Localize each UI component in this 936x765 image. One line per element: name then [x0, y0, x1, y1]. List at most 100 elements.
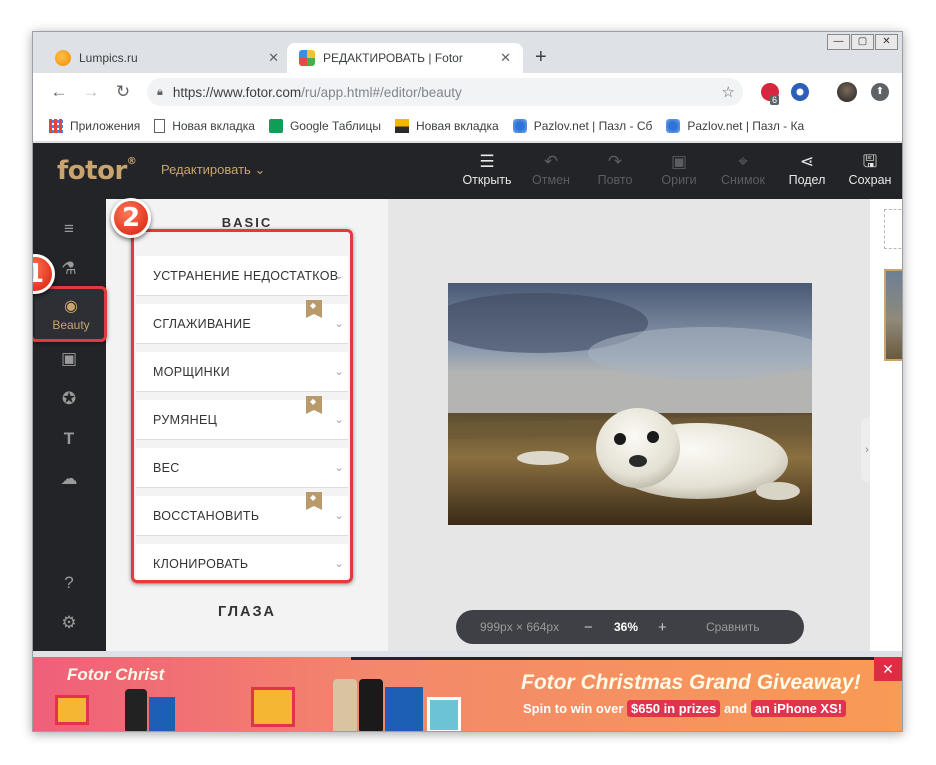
bookmark-pazlov-2[interactable]: Pazlov.net | Пазл - Ка [666, 119, 804, 133]
ad-amount: $650 in prizes [627, 700, 721, 717]
redo-icon: ↷ [607, 152, 623, 171]
panel-section-eyes[interactable]: ГЛАЗА [106, 604, 388, 620]
app-box-icon [149, 697, 175, 731]
profile-avatar[interactable] [837, 82, 857, 102]
zoom-out-button[interactable]: − [584, 619, 593, 636]
fotor-favicon-icon [299, 50, 315, 66]
chevron-down-icon: ⌄ [254, 162, 266, 177]
address-bar[interactable]: 🔒︎ https://www.fotor.com/ru/app.html#/ed… [147, 78, 743, 106]
image-icon [394, 119, 409, 133]
minimize-button[interactable]: — [827, 34, 850, 50]
ad-subtitle: Spin to win over $650 in prizes and an i… [523, 700, 847, 717]
compare-button[interactable]: Сравнить [706, 620, 759, 634]
ad-left-title: Fotor Christ [67, 665, 165, 684]
ad-prize: an iPhone XS! [750, 700, 847, 717]
ad-sub-and: and [723, 701, 748, 716]
puzzle-icon [512, 119, 527, 133]
extension-badge: 6 [770, 95, 780, 105]
help-icon[interactable]: ? [57, 571, 81, 595]
settings-gear-icon[interactable]: ⚙ [57, 611, 81, 635]
bookmark-sheets[interactable]: Google Таблицы [268, 119, 381, 133]
stickers-star-icon[interactable]: ✪ [57, 387, 81, 411]
new-tab-button[interactable]: + [535, 46, 547, 69]
tab-title: РЕДАКТИРОВАТЬ | Fotor [323, 51, 463, 65]
undo-button[interactable]: ↶ Отмен [519, 151, 583, 187]
bookmark-label: Pazlov.net | Пазл - Ка [687, 119, 805, 133]
globe-extension-icon[interactable] [791, 83, 809, 101]
page-icon [154, 119, 166, 133]
lock-icon: 🔒︎ [157, 85, 163, 98]
open-label: Открыть [462, 173, 512, 187]
reload-button[interactable]: ↻ [107, 82, 139, 102]
zoom-level: 36% [614, 620, 639, 634]
ad-top-edge [351, 657, 902, 660]
bookmark-new-tab-2[interactable]: Новая вкладка [394, 119, 499, 133]
redo-button[interactable]: ↷ Повто [583, 151, 647, 187]
seal-photo[interactable] [448, 283, 812, 525]
forward-button[interactable]: → [75, 82, 107, 102]
thumbnail-rail [870, 199, 902, 651]
open-button[interactable]: ☰ Открыть [455, 151, 519, 187]
save-icon: 🖫︎ [862, 152, 878, 171]
save-label: Сохран [848, 173, 892, 187]
effects-flask-icon[interactable]: ⚗︎ [57, 257, 81, 281]
apps-grid-icon [49, 119, 63, 133]
menu-icon: ☰ [479, 152, 495, 171]
back-button[interactable]: ← [43, 82, 75, 102]
sheets-icon [268, 119, 283, 133]
bookmarks-bar: Приложения Новая вкладка Google Таблицы … [33, 111, 902, 142]
picture-frame-icon [427, 697, 461, 731]
original-label: Ориги [661, 173, 697, 187]
ad-banner[interactable]: Fotor Christ Fotor Christmas Grand Givea… [33, 657, 902, 731]
save-button[interactable]: 🖫︎ Сохран [838, 151, 902, 187]
zoom-bar: 999px × 664px − 36% + Сравнить [456, 610, 804, 644]
bookmark-apps[interactable]: Приложения [49, 119, 140, 133]
tab-close-icon[interactable]: ✕ [268, 50, 279, 66]
tab-fotor[interactable]: РЕДАКТИРОВАТЬ | Fotor ✕ [287, 43, 523, 73]
chevron-right-icon: › [865, 444, 869, 456]
window-controls: — ▢ ✕ [826, 34, 898, 50]
image-dimensions: 999px × 664px [480, 620, 560, 634]
share-button[interactable]: ⋖ Подел [775, 151, 839, 187]
original-button[interactable]: ▣ Ориги [647, 151, 711, 187]
edit-mode-dropdown[interactable]: Редактировать ⌄ [161, 162, 265, 178]
ad-close-button[interactable]: ✕ [874, 657, 902, 681]
text-icon[interactable]: T [57, 427, 81, 451]
image-thumbnail[interactable] [884, 269, 902, 361]
adjust-sliders-icon[interactable]: ≡ [57, 217, 81, 241]
tab-lumpics[interactable]: Lumpics.ru ✕ [43, 43, 291, 73]
phone-icon [125, 689, 147, 731]
ad-sub-prefix: Spin to win over [523, 701, 624, 716]
update-icon[interactable]: ⬆ [871, 83, 889, 101]
frames-icon[interactable]: ▣ [57, 347, 81, 371]
bookmark-new-tab[interactable]: Новая вкладка [154, 119, 255, 133]
close-window-button[interactable]: ✕ [875, 34, 898, 50]
snapshot-button[interactable]: ⌖ Снимок [711, 151, 775, 187]
puzzle-icon [666, 119, 681, 133]
url-host: https://www.fotor.com [172, 84, 302, 100]
bookmark-pazlov-1[interactable]: Pazlov.net | Пазл - Сб [512, 119, 653, 133]
phone-icon [333, 679, 357, 731]
maximize-button[interactable]: ▢ [851, 34, 874, 50]
ad-title: Fotor Christmas Grand Giveaway! [521, 671, 861, 694]
tab-close-icon[interactable]: ✕ [500, 50, 511, 66]
cloud-upload-icon[interactable]: ☁ [57, 467, 81, 491]
bookmark-label: Новая вкладка [415, 119, 499, 133]
gift-box-icon [55, 695, 89, 725]
fotor-logo[interactable]: fotor® [57, 156, 137, 186]
bookmark-label: Приложения [70, 119, 141, 133]
registered-mark: ® [126, 156, 137, 167]
edit-mode-label: Редактировать [161, 162, 251, 177]
bookmark-label: Pazlov.net | Пазл - Сб [533, 119, 653, 133]
app-header: fotor® Редактировать ⌄ ☰ Открыть ↶ Отмен ↷… [33, 143, 902, 199]
zoom-in-button[interactable]: + [658, 619, 667, 636]
add-image-slot[interactable] [884, 209, 902, 249]
bookmark-label: Новая вкладка [172, 119, 255, 133]
browser-toolbar: ← → ↻ 🔒︎ https://www.fotor.com/ru/app.ht… [33, 73, 902, 111]
undo-icon: ↶ [543, 152, 559, 171]
original-icon: ▣ [670, 152, 688, 171]
bookmark-star-icon[interactable]: ☆ [722, 83, 735, 101]
tab-title: Lumpics.ru [79, 51, 138, 65]
undo-label: Отмен [532, 173, 570, 187]
browser-window: — ▢ ✕ Lumpics.ru ✕ РЕДАКТИРОВАТЬ | Fotor… [32, 31, 903, 732]
